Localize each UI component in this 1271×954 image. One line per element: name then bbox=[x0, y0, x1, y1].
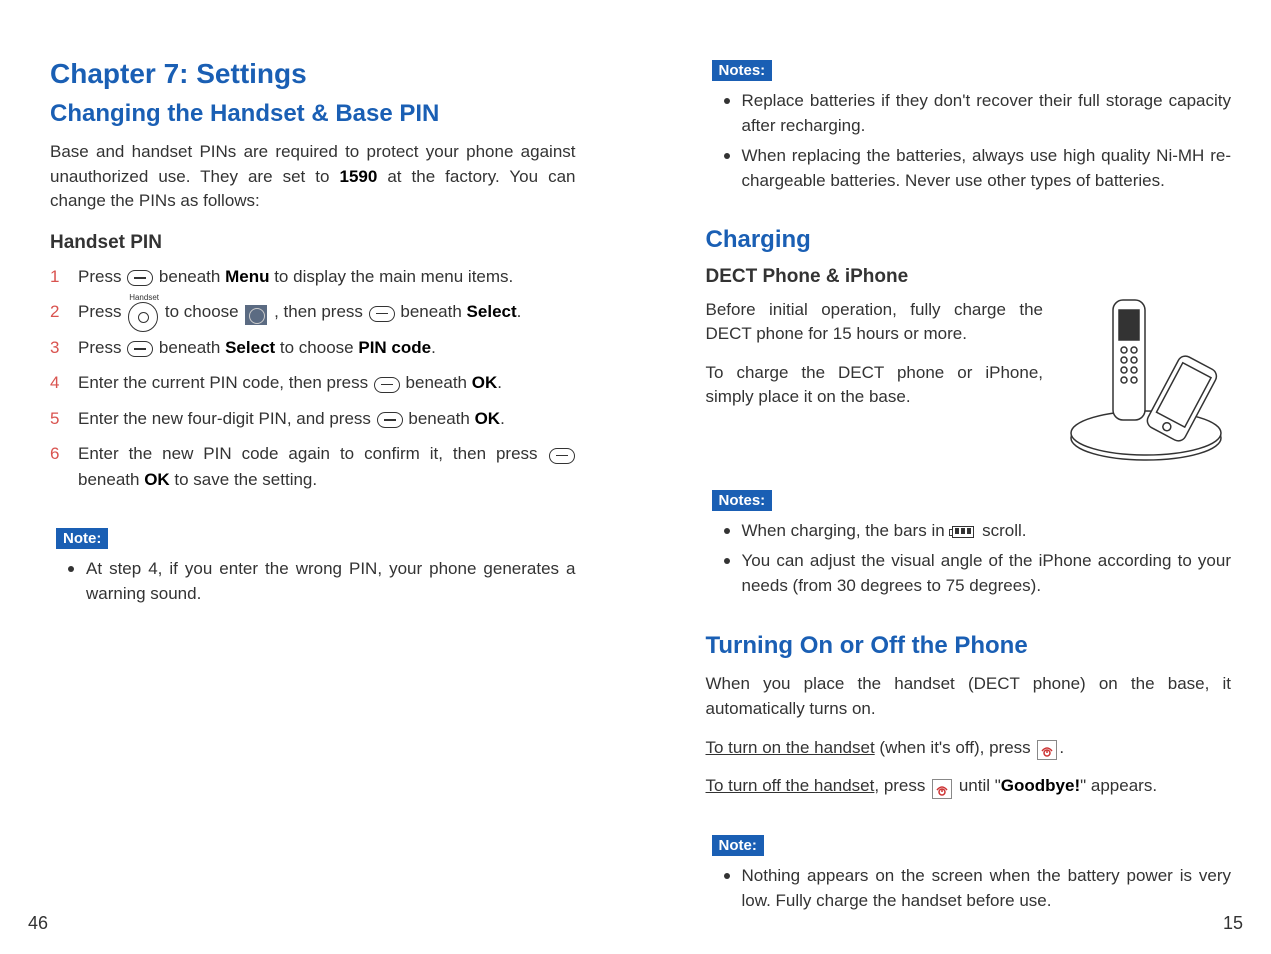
step-num: 4 bbox=[50, 370, 59, 396]
pin-note-list: At step 4, if you enter the wrong PIN, y… bbox=[50, 557, 576, 606]
charging-note-item: When charging, the bars in scroll. bbox=[706, 519, 1232, 544]
step-text: . bbox=[517, 302, 522, 321]
step-text: Enter the current PIN code, then press bbox=[78, 373, 373, 392]
goodbye-text: Goodbye! bbox=[1001, 776, 1080, 795]
step-num: 5 bbox=[50, 406, 59, 432]
step-text: Press bbox=[78, 267, 126, 286]
left-page: Chapter 7: Settings Changing the Handset… bbox=[50, 50, 576, 924]
nav-key-label: Handset bbox=[129, 292, 157, 304]
menu-label: Menu bbox=[225, 267, 269, 286]
charging-subheading: DECT Phone & iPhone bbox=[706, 266, 1232, 288]
power-note-item: Nothing appears on the screen when the b… bbox=[706, 864, 1232, 913]
step-text: Press bbox=[78, 302, 126, 321]
step-2: 2 Press Handset to choose , then press b… bbox=[50, 299, 576, 325]
step-text: beneath bbox=[396, 302, 467, 321]
charging-notes-list: When charging, the bars in scroll. You c… bbox=[706, 519, 1232, 599]
turning-intro: When you place the handset (DECT phone) … bbox=[706, 672, 1232, 721]
pincode-label: PIN code bbox=[358, 338, 431, 357]
pin-steps: 1 Press beneath Menu to display the main… bbox=[50, 264, 576, 493]
step-6: 6 Enter the new PIN code again to confir… bbox=[50, 441, 576, 492]
softkey-icon bbox=[127, 341, 153, 357]
step-num: 6 bbox=[50, 441, 59, 467]
turn-off-underline: To turn off the handset bbox=[706, 776, 875, 795]
note-text: When charging, the bars in bbox=[742, 521, 950, 540]
battery-note-item: When replacing the batteries, always use… bbox=[706, 144, 1232, 193]
step-num: 1 bbox=[50, 264, 59, 290]
step-text: to choose bbox=[160, 302, 243, 321]
battery-notes-list: Replace batteries if they don't recover … bbox=[706, 89, 1232, 194]
softkey-icon bbox=[369, 306, 395, 322]
step-text: . bbox=[431, 338, 436, 357]
phone-base-illustration bbox=[1061, 288, 1231, 468]
step-text: Enter the new four-digit PIN, and press bbox=[78, 409, 376, 428]
notes-badge-1: Notes: bbox=[712, 60, 773, 81]
step-text: . bbox=[497, 373, 502, 392]
softkey-icon bbox=[549, 448, 575, 464]
power-key-icon bbox=[1037, 740, 1057, 760]
select-label: Select bbox=[225, 338, 275, 357]
ok-label: OK bbox=[144, 470, 170, 489]
handset-pin-heading: Handset PIN bbox=[50, 232, 576, 254]
page-number-left: 46 bbox=[28, 913, 48, 934]
turn-off-text: " appears. bbox=[1080, 776, 1157, 795]
charging-note-item: You can adjust the visual angle of the i… bbox=[706, 549, 1232, 598]
select-label: Select bbox=[467, 302, 517, 321]
step-text: beneath bbox=[404, 409, 475, 428]
battery-note-item: Replace batteries if they don't recover … bbox=[706, 89, 1232, 138]
charging-p1: Before initial operation, fully charge t… bbox=[706, 298, 1044, 347]
turn-on-underline: To turn on the handset bbox=[706, 738, 875, 757]
step-text: to display the main menu items. bbox=[269, 267, 513, 286]
note-text: scroll. bbox=[977, 521, 1026, 540]
turn-off-text: , press bbox=[874, 776, 930, 795]
charging-p2: To charge the DECT phone or iPhone, simp… bbox=[706, 361, 1044, 410]
section-title-pin: Changing the Handset & Base PIN bbox=[50, 100, 576, 128]
ok-label: OK bbox=[475, 409, 501, 428]
power-note-list: Nothing appears on the screen when the b… bbox=[706, 864, 1232, 913]
turning-title: Turning On or Off the Phone bbox=[706, 632, 1232, 660]
step-num: 2 bbox=[50, 299, 59, 325]
turn-on-text: . bbox=[1059, 738, 1064, 757]
turn-on-text: (when it's off), press bbox=[875, 738, 1036, 757]
right-page: Notes: Replace batteries if they don't r… bbox=[706, 50, 1232, 924]
step-text: beneath bbox=[154, 338, 225, 357]
step-text: to choose bbox=[275, 338, 358, 357]
step-text: . bbox=[500, 409, 505, 428]
page-number-right: 15 bbox=[1223, 913, 1243, 934]
ok-label: OK bbox=[472, 373, 498, 392]
step-text: , then press bbox=[269, 302, 367, 321]
battery-icon bbox=[952, 526, 974, 538]
step-4: 4 Enter the current PIN code, then press… bbox=[50, 370, 576, 396]
step-num: 3 bbox=[50, 335, 59, 361]
notes-badge-2: Notes: bbox=[712, 490, 773, 511]
pin-intro: Base and handset PINs are required to pr… bbox=[50, 140, 576, 214]
step-text: Press bbox=[78, 338, 126, 357]
note-badge: Note: bbox=[56, 528, 108, 549]
settings-screen-icon bbox=[245, 305, 267, 325]
note-badge-3: Note: bbox=[712, 835, 764, 856]
softkey-icon bbox=[377, 412, 403, 428]
step-text: beneath bbox=[401, 373, 472, 392]
turn-on-line: To turn on the handset (when it's off), … bbox=[706, 736, 1232, 761]
softkey-icon bbox=[374, 377, 400, 393]
chapter-title: Chapter 7: Settings bbox=[50, 58, 576, 90]
nav-key-icon: Handset bbox=[128, 302, 158, 332]
factory-pin: 1590 bbox=[339, 167, 377, 186]
turn-off-line: To turn off the handset, press until "Go… bbox=[706, 774, 1232, 799]
step-3: 3 Press beneath Select to choose PIN cod… bbox=[50, 335, 576, 361]
step-1: 1 Press beneath Menu to display the main… bbox=[50, 264, 576, 290]
turn-off-text: until " bbox=[954, 776, 1001, 795]
charging-title: Charging bbox=[706, 226, 1232, 254]
step-5: 5 Enter the new four-digit PIN, and pres… bbox=[50, 406, 576, 432]
step-text: to save the setting. bbox=[170, 470, 317, 489]
softkey-icon bbox=[127, 270, 153, 286]
step-text: beneath bbox=[154, 267, 225, 286]
step-text: Enter the new PIN code again to confirm … bbox=[78, 444, 548, 463]
step-text: beneath bbox=[78, 470, 144, 489]
power-key-icon bbox=[932, 779, 952, 799]
pin-note-item: At step 4, if you enter the wrong PIN, y… bbox=[50, 557, 576, 606]
